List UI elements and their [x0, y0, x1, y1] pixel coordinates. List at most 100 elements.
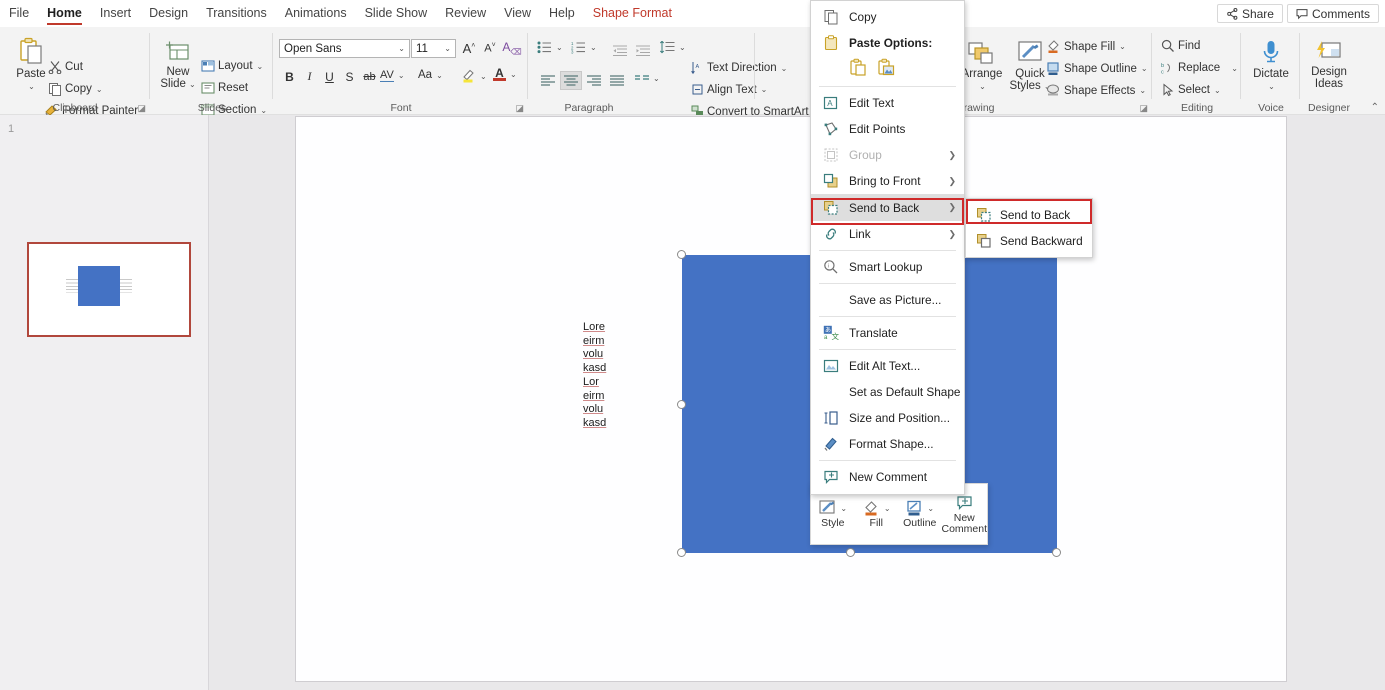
context-menu-item-new-comment[interactable]: New Comment: [811, 464, 964, 490]
justify-button[interactable]: [606, 71, 628, 90]
slide-editing-area[interactable]: Lore eirm volu kasd Lor eirm volu kasd n…: [295, 116, 1287, 682]
tab-design[interactable]: Design: [140, 0, 197, 27]
context-menu-item-link[interactable]: Link ❯: [811, 221, 964, 247]
font-family-input[interactable]: Open Sans ⌄: [279, 39, 410, 58]
dictate-chevron-down-icon[interactable]: ⌄: [1268, 81, 1275, 93]
underline-button[interactable]: U: [320, 67, 339, 86]
select-chevron-down-icon[interactable]: ⌄: [1214, 86, 1221, 95]
tab-home[interactable]: Home: [38, 0, 91, 27]
context-menu-item-edit-text[interactable]: A Edit Text: [811, 90, 964, 116]
context-menu-item-translate[interactable]: あ文a Translate: [811, 320, 964, 346]
cut-button[interactable]: Cut: [48, 60, 83, 74]
layout-button[interactable]: Layout ⌄: [201, 60, 263, 72]
paste-chevron-down-icon[interactable]: ⌄: [28, 81, 35, 93]
tab-slide-show[interactable]: Slide Show: [356, 0, 437, 27]
character-spacing-button[interactable]: AV ⌄: [380, 69, 405, 82]
collapse-ribbon-button[interactable]: ⌃: [1371, 102, 1379, 113]
tab-help[interactable]: Help: [540, 0, 584, 27]
context-menu-item-smart-lookup[interactable]: i Smart Lookup: [811, 254, 964, 280]
shape-fill-button[interactable]: Shape Fill ⌄: [1046, 39, 1126, 54]
dictate-button[interactable]: Dictate ⌄: [1248, 39, 1294, 92]
design-ideas-button[interactable]: Design Ideas: [1306, 39, 1352, 90]
resize-handle-sw[interactable]: [677, 548, 686, 557]
shape-context-menu[interactable]: Copy Paste Options: A Edit Text Edit Poi…: [810, 0, 965, 495]
tab-animations[interactable]: Animations: [276, 0, 356, 27]
context-menu-item-edit-alt-text[interactable]: Edit Alt Text...: [811, 353, 964, 379]
clear-formatting-button[interactable]: A⌫: [502, 39, 522, 58]
tab-insert[interactable]: Insert: [91, 0, 140, 27]
resize-handle-w[interactable]: [677, 400, 686, 409]
copy-button[interactable]: Copy ⌄: [48, 82, 103, 96]
slide-canvas[interactable]: Lore eirm volu kasd Lor eirm volu kasd n…: [209, 115, 1385, 690]
clipboard-dialog-launcher[interactable]: ◪: [137, 103, 146, 114]
increase-indent-button[interactable]: [632, 41, 654, 60]
layout-chevron-down-icon[interactable]: ⌄: [257, 62, 264, 71]
select-button[interactable]: Select ⌄: [1161, 83, 1221, 97]
paste-keep-source-formatting-button[interactable]: [849, 58, 867, 77]
context-menu-item-set-as-default-shape[interactable]: Set as Default Shape: [811, 379, 964, 405]
mini-style-button[interactable]: ⌄ Style: [811, 499, 855, 529]
align-right-button[interactable]: [583, 71, 605, 90]
tab-shape-format[interactable]: Shape Format: [584, 0, 681, 27]
increase-font-size-button[interactable]: A˄: [459, 39, 479, 58]
change-case-chevron-down-icon[interactable]: ⌄: [436, 71, 443, 80]
bullets-button[interactable]: ⌄: [537, 41, 563, 54]
font-family-chevron-down-icon[interactable]: ⌄: [396, 44, 407, 53]
new-slide-button[interactable]: New Slide ⌄: [156, 39, 200, 90]
text-shadow-button[interactable]: S: [340, 67, 359, 86]
tab-view[interactable]: View: [495, 0, 540, 27]
mini-outline-button[interactable]: ⌄ Outline: [898, 499, 942, 529]
mini-new-comment-button[interactable]: New Comment: [942, 494, 988, 535]
decrease-font-size-button[interactable]: A˅: [480, 39, 500, 58]
decrease-indent-button[interactable]: [609, 41, 631, 60]
numbering-chevron-down-icon[interactable]: ⌄: [590, 43, 597, 52]
character-spacing-chevron-down-icon[interactable]: ⌄: [398, 71, 405, 80]
columns-button[interactable]: ⌄: [635, 73, 660, 84]
replace-button[interactable]: bc Replace ⌄: [1161, 61, 1238, 75]
shape-fill-chevron-down-icon[interactable]: ⌄: [1119, 42, 1126, 51]
submenu-item-send-backward[interactable]: Send Backward: [966, 228, 1092, 254]
highlight-chevron-down-icon[interactable]: ⌄: [480, 72, 487, 81]
context-menu-item-send-to-back[interactable]: Send to Back ❯: [811, 194, 964, 221]
fill-chevron-down-icon[interactable]: ⌄: [884, 503, 891, 514]
context-menu-item-bring-to-front[interactable]: Bring to Front ❯: [811, 168, 964, 194]
italic-button[interactable]: I: [300, 67, 319, 86]
reset-button[interactable]: Reset: [201, 82, 248, 94]
new-slide-chevron-down-icon[interactable]: ⌄: [189, 79, 196, 91]
font-size-chevron-down-icon[interactable]: ⌄: [442, 44, 453, 53]
tab-file[interactable]: File: [0, 0, 38, 27]
context-menu-item-edit-points[interactable]: Edit Points: [811, 116, 964, 142]
slide-thumbnail-1[interactable]: [27, 242, 191, 337]
slide-text-left[interactable]: Lore eirm volu kasd Lor eirm volu kasd: [583, 321, 606, 431]
context-menu-item-copy[interactable]: Copy: [811, 4, 964, 30]
align-center-button[interactable]: [560, 71, 582, 90]
line-spacing-button[interactable]: ⌄: [660, 41, 686, 54]
share-button[interactable]: Share: [1217, 4, 1283, 23]
context-menu-item-size-and-position[interactable]: Size and Position...: [811, 405, 964, 431]
resize-handle-se[interactable]: [1052, 548, 1061, 557]
shape-effects-chevron-down-icon[interactable]: ⌄: [1139, 86, 1146, 95]
send-to-back-submenu[interactable]: Send to Back Send Backward: [965, 198, 1093, 258]
mini-fill-button[interactable]: ⌄ Fill: [855, 499, 899, 529]
replace-chevron-down-icon[interactable]: ⌄: [1231, 64, 1238, 73]
slide-thumbnail-pane[interactable]: 1: [0, 115, 209, 690]
bullets-chevron-down-icon[interactable]: ⌄: [556, 43, 563, 52]
change-case-button[interactable]: Aa ⌄: [418, 69, 443, 81]
text-highlight-color-button[interactable]: ⌄: [461, 68, 487, 84]
line-spacing-chevron-down-icon[interactable]: ⌄: [679, 43, 686, 52]
shape-effects-button[interactable]: Shape Effects ⌄: [1046, 83, 1146, 98]
context-menu-item-save-as-picture[interactable]: Save as Picture...: [811, 287, 964, 313]
tab-transitions[interactable]: Transitions: [197, 0, 276, 27]
font-size-input[interactable]: 11 ⌄: [411, 39, 456, 58]
shape-outline-button[interactable]: Shape Outline ⌄: [1046, 61, 1148, 76]
columns-chevron-down-icon[interactable]: ⌄: [653, 74, 660, 83]
arrange-chevron-down-icon[interactable]: ⌄: [979, 81, 986, 93]
font-color-button[interactable]: A ⌄: [493, 68, 517, 81]
resize-handle-nw[interactable]: [677, 250, 686, 259]
numbering-button[interactable]: 123 ⌄: [571, 41, 597, 54]
tab-review[interactable]: Review: [436, 0, 495, 27]
bold-button[interactable]: B: [280, 67, 299, 86]
context-menu-item-format-shape[interactable]: Format Shape...: [811, 431, 964, 457]
style-chevron-down-icon[interactable]: ⌄: [840, 503, 847, 514]
comments-button[interactable]: Comments: [1287, 4, 1379, 23]
